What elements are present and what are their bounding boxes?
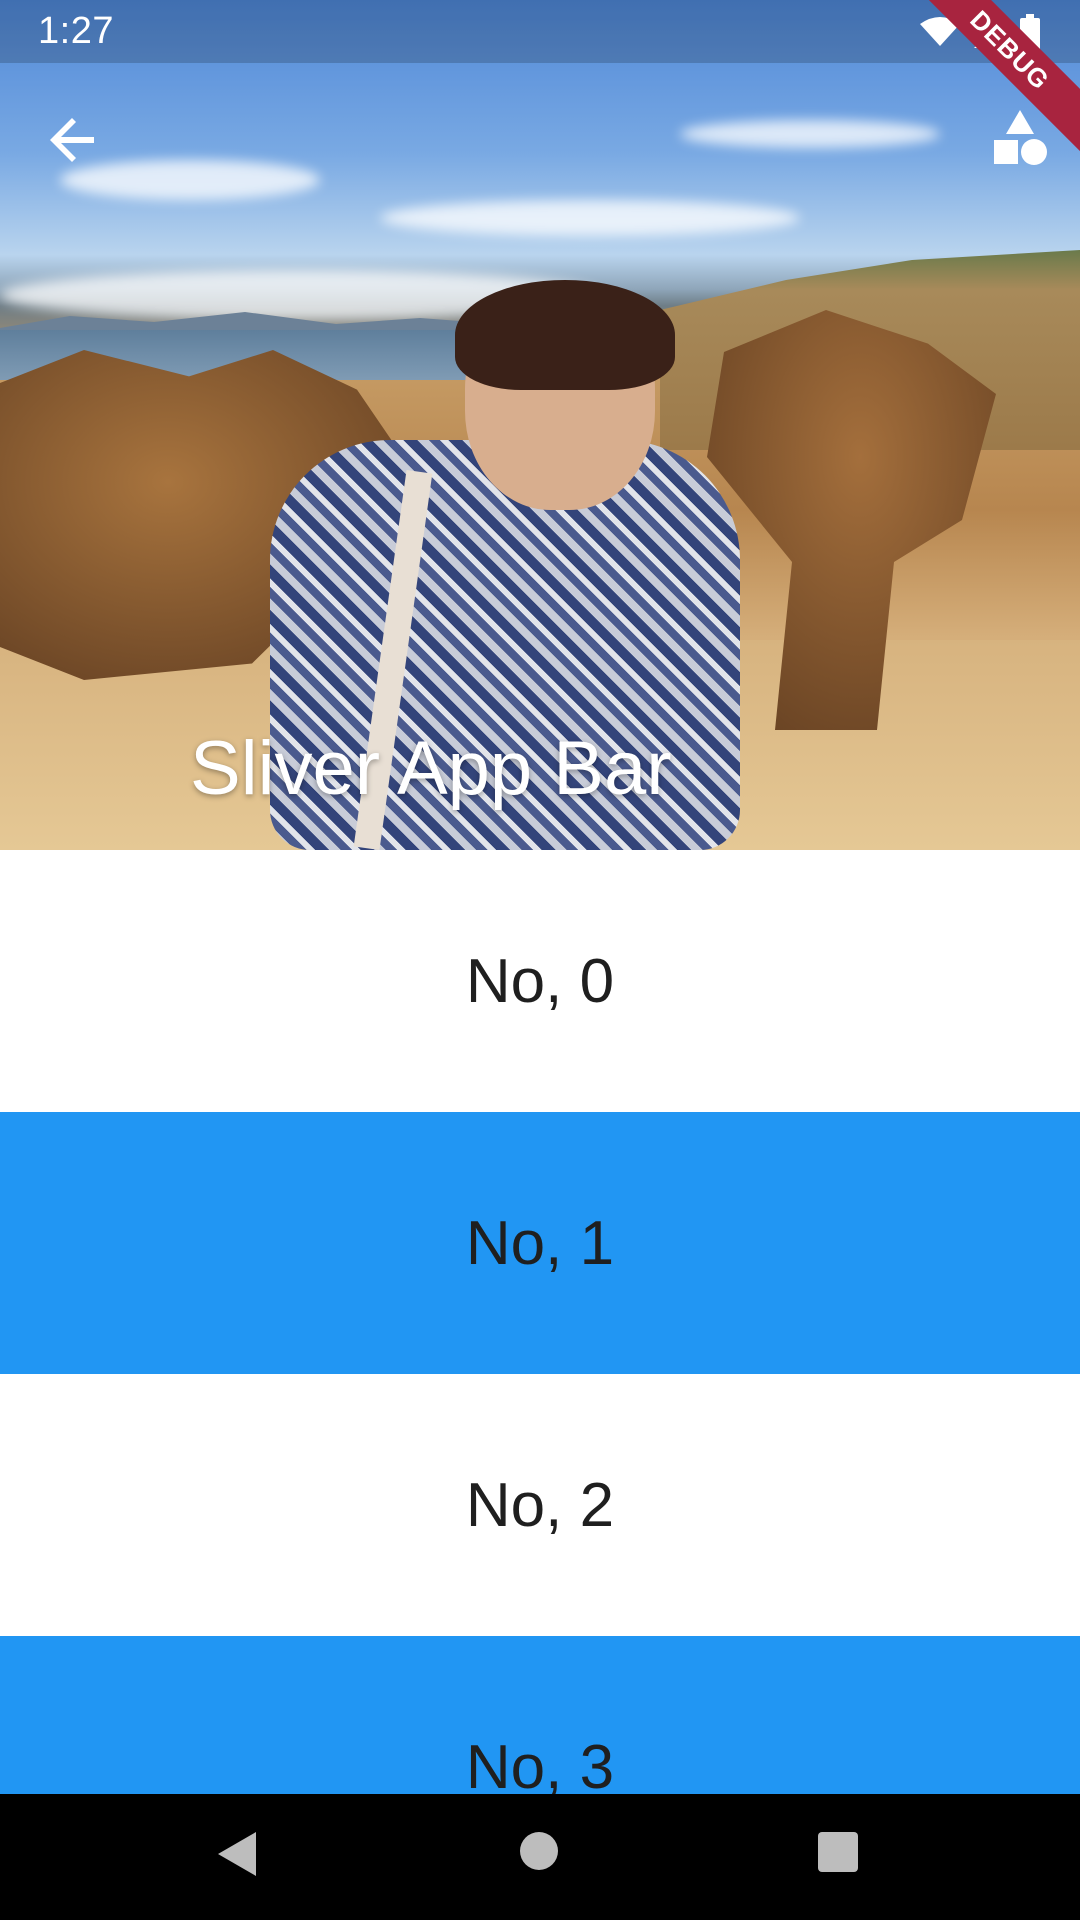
app-bar-title: Sliver App Bar (190, 726, 672, 811)
shapes-action-button[interactable] (990, 108, 1050, 168)
list-item[interactable]: No, 2 (0, 1374, 1080, 1636)
list-item-label: No, 1 (465, 1208, 615, 1278)
navigation-bar (0, 1794, 1080, 1920)
back-arrow-icon (50, 118, 94, 162)
nav-recents-icon[interactable] (818, 1832, 858, 1872)
list-item-label: No, 2 (465, 1470, 615, 1540)
nav-back-icon[interactable] (216, 1830, 260, 1878)
list-item[interactable]: No, 0 (0, 850, 1080, 1112)
back-button[interactable] (40, 106, 108, 174)
status-bar: 1:27 (0, 0, 1080, 63)
cloud (680, 120, 940, 148)
list-item[interactable]: No, 1 (0, 1112, 1080, 1374)
list-item-label: No, 0 (465, 946, 615, 1016)
shapes-icon (994, 110, 1047, 165)
list-item[interactable]: No, 3 (0, 1636, 1080, 1794)
nav-home-icon[interactable] (520, 1832, 558, 1870)
list-item-label: No, 3 (465, 1732, 615, 1795)
item-list[interactable]: No, 0 No, 1 No, 2 No, 3 (0, 850, 1080, 1794)
person-hair (455, 280, 675, 390)
header-background-image (0, 0, 1080, 850)
cloud (380, 200, 800, 236)
status-time: 1:27 (38, 10, 114, 52)
